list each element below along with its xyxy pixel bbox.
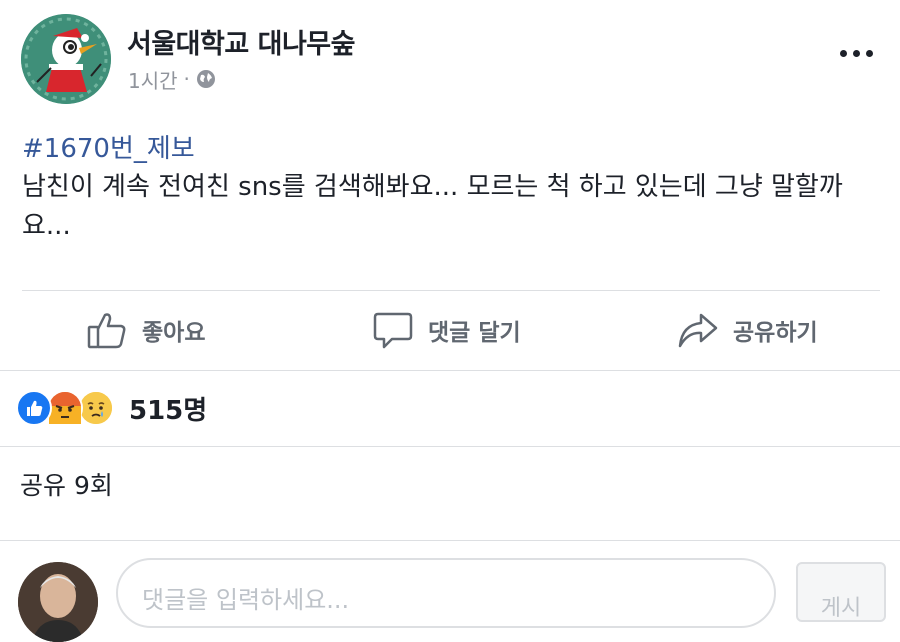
reactions-summary[interactable]: 515명: [16, 388, 207, 428]
page-avatar[interactable]: [21, 14, 111, 104]
angry-reaction-icon: [47, 390, 83, 426]
bird-logo-icon: [21, 14, 111, 104]
more-dot-icon: [852, 49, 860, 57]
globe-icon: [196, 69, 216, 89]
divider: [0, 446, 900, 447]
more-dot-icon: [865, 49, 873, 57]
post-timestamp[interactable]: 1시간: [128, 65, 178, 94]
divider: [22, 290, 880, 291]
like-button[interactable]: 좋아요: [86, 306, 205, 354]
post-hashtag-link[interactable]: #1670번_제보: [22, 128, 195, 165]
comment-bubble-icon: [373, 312, 413, 349]
comment-input[interactable]: 댓글을 입력하세요...: [116, 558, 776, 628]
user-photo-icon: [18, 562, 98, 642]
page-name-link[interactable]: 서울대학교 대나무숲: [127, 22, 355, 61]
more-dot-icon: [839, 49, 847, 57]
share-arrow-icon: [678, 313, 718, 348]
reaction-count: 515명: [129, 395, 208, 426]
like-reaction-icon: [16, 390, 52, 426]
share-label: 공유하기: [733, 320, 818, 346]
divider: [0, 540, 900, 541]
comment-button[interactable]: 댓글 달기: [372, 306, 521, 354]
like-label: 좋아요: [142, 320, 206, 346]
post-meta: 1시간 ·: [128, 65, 216, 94]
more-options-button[interactable]: [836, 43, 876, 63]
sad-reaction-icon: [78, 390, 114, 426]
meta-separator: ·: [183, 67, 190, 91]
share-count-link[interactable]: 공유 9회: [20, 466, 113, 502]
divider: [0, 370, 900, 371]
post-body-text: 남친이 계속 전여친 sns를 검색해봐요... 모르는 척 하고 있는데 그냥…: [22, 172, 843, 241]
comment-label: 댓글 달기: [428, 320, 521, 346]
user-avatar: [18, 562, 98, 642]
post-comment-button[interactable]: 게시: [796, 562, 886, 622]
thumbs-up-icon: [87, 313, 126, 349]
share-button[interactable]: 공유하기: [677, 306, 818, 354]
